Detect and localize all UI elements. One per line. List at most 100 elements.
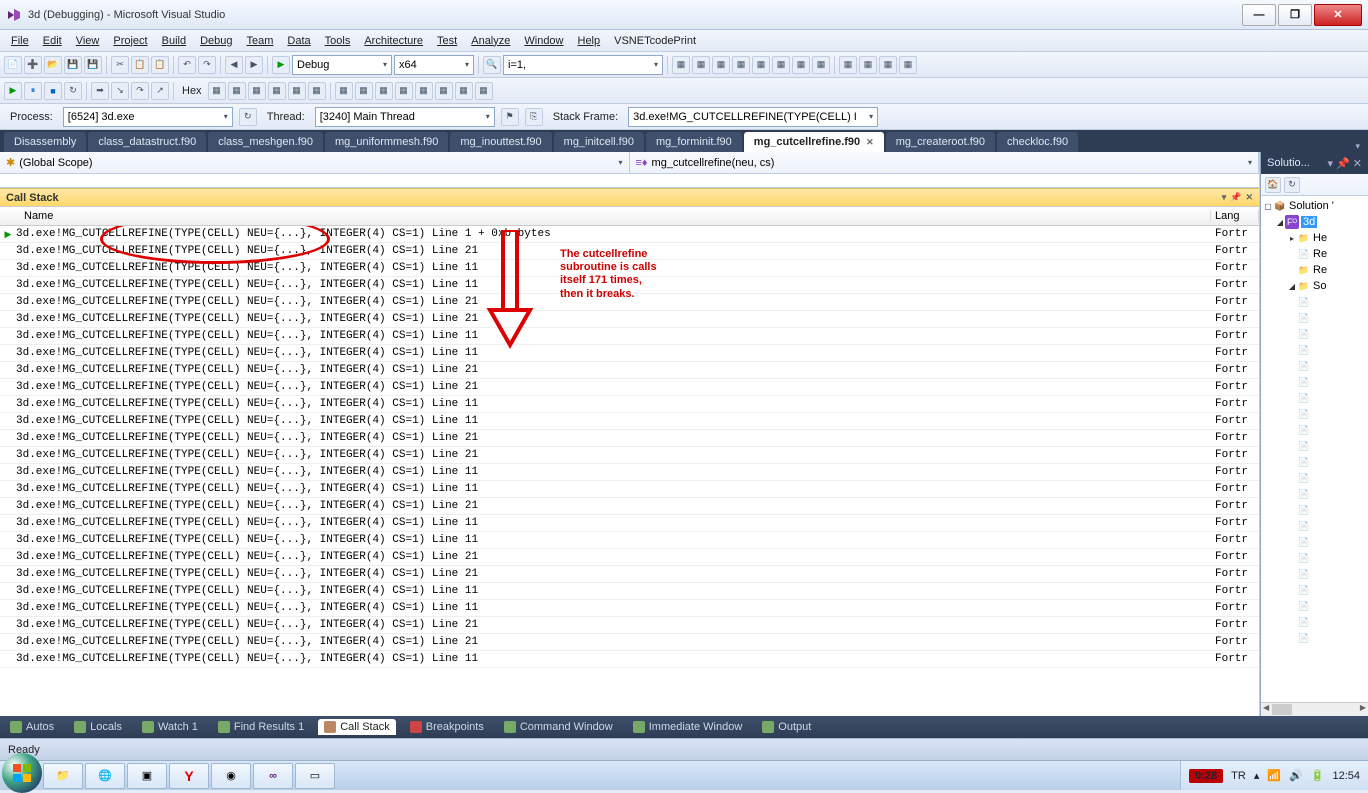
tree-item[interactable]: ◢📁So [1263, 278, 1366, 294]
tab-command-window[interactable]: Command Window [498, 719, 619, 735]
tool-icon[interactable]: ▦ [752, 56, 770, 74]
callstack-body[interactable]: ▶ 3d.exe!MG_CUTCELLREFINE(TYPE(CELL) NEU… [0, 226, 1259, 716]
close-tab-icon[interactable]: ✕ [866, 137, 874, 147]
tree-item[interactable]: 📄 [1263, 294, 1366, 310]
refresh-icon[interactable]: ↻ [239, 108, 257, 126]
tab-overflow-icon[interactable]: ▾ [1351, 141, 1364, 152]
callstack-row[interactable]: 3d.exe!MG_CUTCELLREFINE(TYPE(CELL) NEU={… [0, 549, 1259, 566]
toggle-icon[interactable]: ▦ [335, 82, 353, 100]
callstack-row[interactable]: 3d.exe!MG_CUTCELLREFINE(TYPE(CELL) NEU={… [0, 311, 1259, 328]
dropdown-icon[interactable]: ▾ [1222, 192, 1227, 203]
tree-item[interactable]: 📄 [1263, 342, 1366, 358]
nav-back-icon[interactable]: ◀ [225, 56, 243, 74]
menu-data[interactable]: Data [280, 32, 317, 50]
toggle-icon[interactable]: ▦ [455, 82, 473, 100]
find-icon[interactable]: 🔍 [483, 56, 501, 74]
callstack-row[interactable]: 3d.exe!MG_CUTCELLREFINE(TYPE(CELL) NEU={… [0, 617, 1259, 634]
save-icon[interactable]: 💾 [64, 56, 82, 74]
callstack-row[interactable]: 3d.exe!MG_CUTCELLREFINE(TYPE(CELL) NEU={… [0, 583, 1259, 600]
callstack-row[interactable]: 3d.exe!MG_CUTCELLREFINE(TYPE(CELL) NEU={… [0, 651, 1259, 668]
add-item-icon[interactable]: ➕ [24, 56, 42, 74]
battery-icon[interactable]: 🔋 [1311, 769, 1325, 782]
step-over-icon[interactable]: ↷ [131, 82, 149, 100]
start-button[interactable] [2, 753, 42, 793]
process-combo[interactable]: [6524] 3d.exe [63, 107, 233, 127]
menu-tools[interactable]: Tools [318, 32, 358, 50]
cut-icon[interactable]: ✂ [111, 56, 129, 74]
undo-icon[interactable]: ↶ [178, 56, 196, 74]
solution-explorer-title[interactable]: Solutio... ▾📌✕ [1261, 152, 1368, 174]
callstack-row[interactable]: 3d.exe!MG_CUTCELLREFINE(TYPE(CELL) NEU={… [0, 464, 1259, 481]
redo-icon[interactable]: ↷ [198, 56, 216, 74]
tab-autos[interactable]: Autos [4, 719, 60, 735]
tree-item[interactable]: 📄 [1263, 310, 1366, 326]
pause-icon[interactable]: ⏸ [24, 82, 42, 100]
dropdown-icon[interactable]: ▾ [1328, 157, 1334, 170]
nav-fwd-icon[interactable]: ▶ [245, 56, 263, 74]
volume-icon[interactable]: 🔊 [1289, 769, 1303, 782]
tool-icon[interactable]: ▦ [812, 56, 830, 74]
callstack-row[interactable]: 3d.exe!MG_CUTCELLREFINE(TYPE(CELL) NEU={… [0, 260, 1259, 277]
minimize-button[interactable]: — [1242, 4, 1276, 26]
tray-chevron-icon[interactable]: ▴ [1254, 769, 1260, 782]
toggle-icon[interactable]: ▦ [288, 82, 306, 100]
close-button[interactable]: ✕ [1314, 4, 1362, 26]
tab-mg-uniformmesh[interactable]: mg_uniformmesh.f90 [325, 132, 448, 152]
tree-item[interactable]: 📄 [1263, 438, 1366, 454]
tree-item[interactable]: 📄 [1263, 406, 1366, 422]
tree-item[interactable]: 📄 [1263, 470, 1366, 486]
tree-item[interactable]: 📄 [1263, 534, 1366, 550]
callstack-row[interactable]: 3d.exe!MG_CUTCELLREFINE(TYPE(CELL) NEU={… [0, 566, 1259, 583]
menu-analyze[interactable]: Analyze [464, 32, 517, 50]
callstack-row[interactable]: 3d.exe!MG_CUTCELLREFINE(TYPE(CELL) NEU={… [0, 498, 1259, 515]
clock[interactable]: 12:54 [1332, 770, 1360, 782]
tree-item[interactable]: 📄 [1263, 582, 1366, 598]
column-lang[interactable]: Lang [1211, 210, 1259, 222]
stop-icon[interactable]: ■ [44, 82, 62, 100]
tab-call-stack[interactable]: Call Stack [318, 719, 396, 735]
tool-icon[interactable]: ▦ [879, 56, 897, 74]
tree-item[interactable]: 📄 [1263, 598, 1366, 614]
tree-item[interactable]: 📄 [1263, 518, 1366, 534]
restart-icon[interactable]: ↻ [64, 82, 82, 100]
tab-locals[interactable]: Locals [68, 719, 128, 735]
tab-mg-cutcellrefine[interactable]: mg_cutcellrefine.f90✕ [744, 132, 884, 152]
menu-edit[interactable]: Edit [36, 32, 69, 50]
tree-item[interactable]: 📄 [1263, 502, 1366, 518]
callstack-header[interactable]: Call Stack ▾📌✕ [0, 188, 1259, 206]
lang-indicator[interactable]: TR [1231, 770, 1246, 782]
tree-item[interactable]: 📄 [1263, 326, 1366, 342]
callstack-row[interactable]: 3d.exe!MG_CUTCELLREFINE(TYPE(CELL) NEU={… [0, 430, 1259, 447]
tab-immediate-window[interactable]: Immediate Window [627, 719, 749, 735]
open-icon[interactable]: 📂 [44, 56, 62, 74]
toggle-icon[interactable]: ▦ [355, 82, 373, 100]
tree-hscroll[interactable]: ◀▶ [1261, 702, 1368, 716]
tree-item[interactable]: 📄 [1263, 630, 1366, 646]
tree-project[interactable]: ◢Fᴼ3d [1263, 214, 1366, 230]
refresh-icon[interactable]: ↻ [1284, 177, 1300, 193]
task-chrome[interactable]: ◉ [211, 763, 251, 789]
toggle-icon[interactable]: ▦ [228, 82, 246, 100]
menu-window[interactable]: Window [517, 32, 570, 50]
menu-debug[interactable]: Debug [193, 32, 239, 50]
callstack-row[interactable]: ▶ 3d.exe!MG_CUTCELLREFINE(TYPE(CELL) NEU… [0, 226, 1259, 243]
tool-icon[interactable]: ▦ [859, 56, 877, 74]
menu-build[interactable]: Build [155, 32, 193, 50]
callstack-row[interactable]: 3d.exe!MG_CUTCELLREFINE(TYPE(CELL) NEU={… [0, 379, 1259, 396]
tree-item[interactable]: 📄 [1263, 390, 1366, 406]
copy-icon[interactable]: 📋 [131, 56, 149, 74]
toggle-icon[interactable]: ▦ [308, 82, 326, 100]
tree-item[interactable]: 📄 [1263, 422, 1366, 438]
toggle-icon[interactable]: ▦ [435, 82, 453, 100]
close-panel-icon[interactable]: ✕ [1353, 157, 1362, 170]
menu-team[interactable]: Team [240, 32, 281, 50]
callstack-row[interactable]: 3d.exe!MG_CUTCELLREFINE(TYPE(CELL) NEU={… [0, 413, 1259, 430]
find-combo[interactable]: i=1, [503, 55, 663, 75]
toggle-icon[interactable]: ▦ [415, 82, 433, 100]
toggle-icon[interactable]: ▦ [208, 82, 226, 100]
menu-view[interactable]: View [69, 32, 107, 50]
tab-disassembly[interactable]: Disassembly [4, 132, 86, 152]
tree-item[interactable]: 📄 [1263, 486, 1366, 502]
tree-item[interactable]: 📄Re [1263, 246, 1366, 262]
show-next-icon[interactable]: ➡ [91, 82, 109, 100]
